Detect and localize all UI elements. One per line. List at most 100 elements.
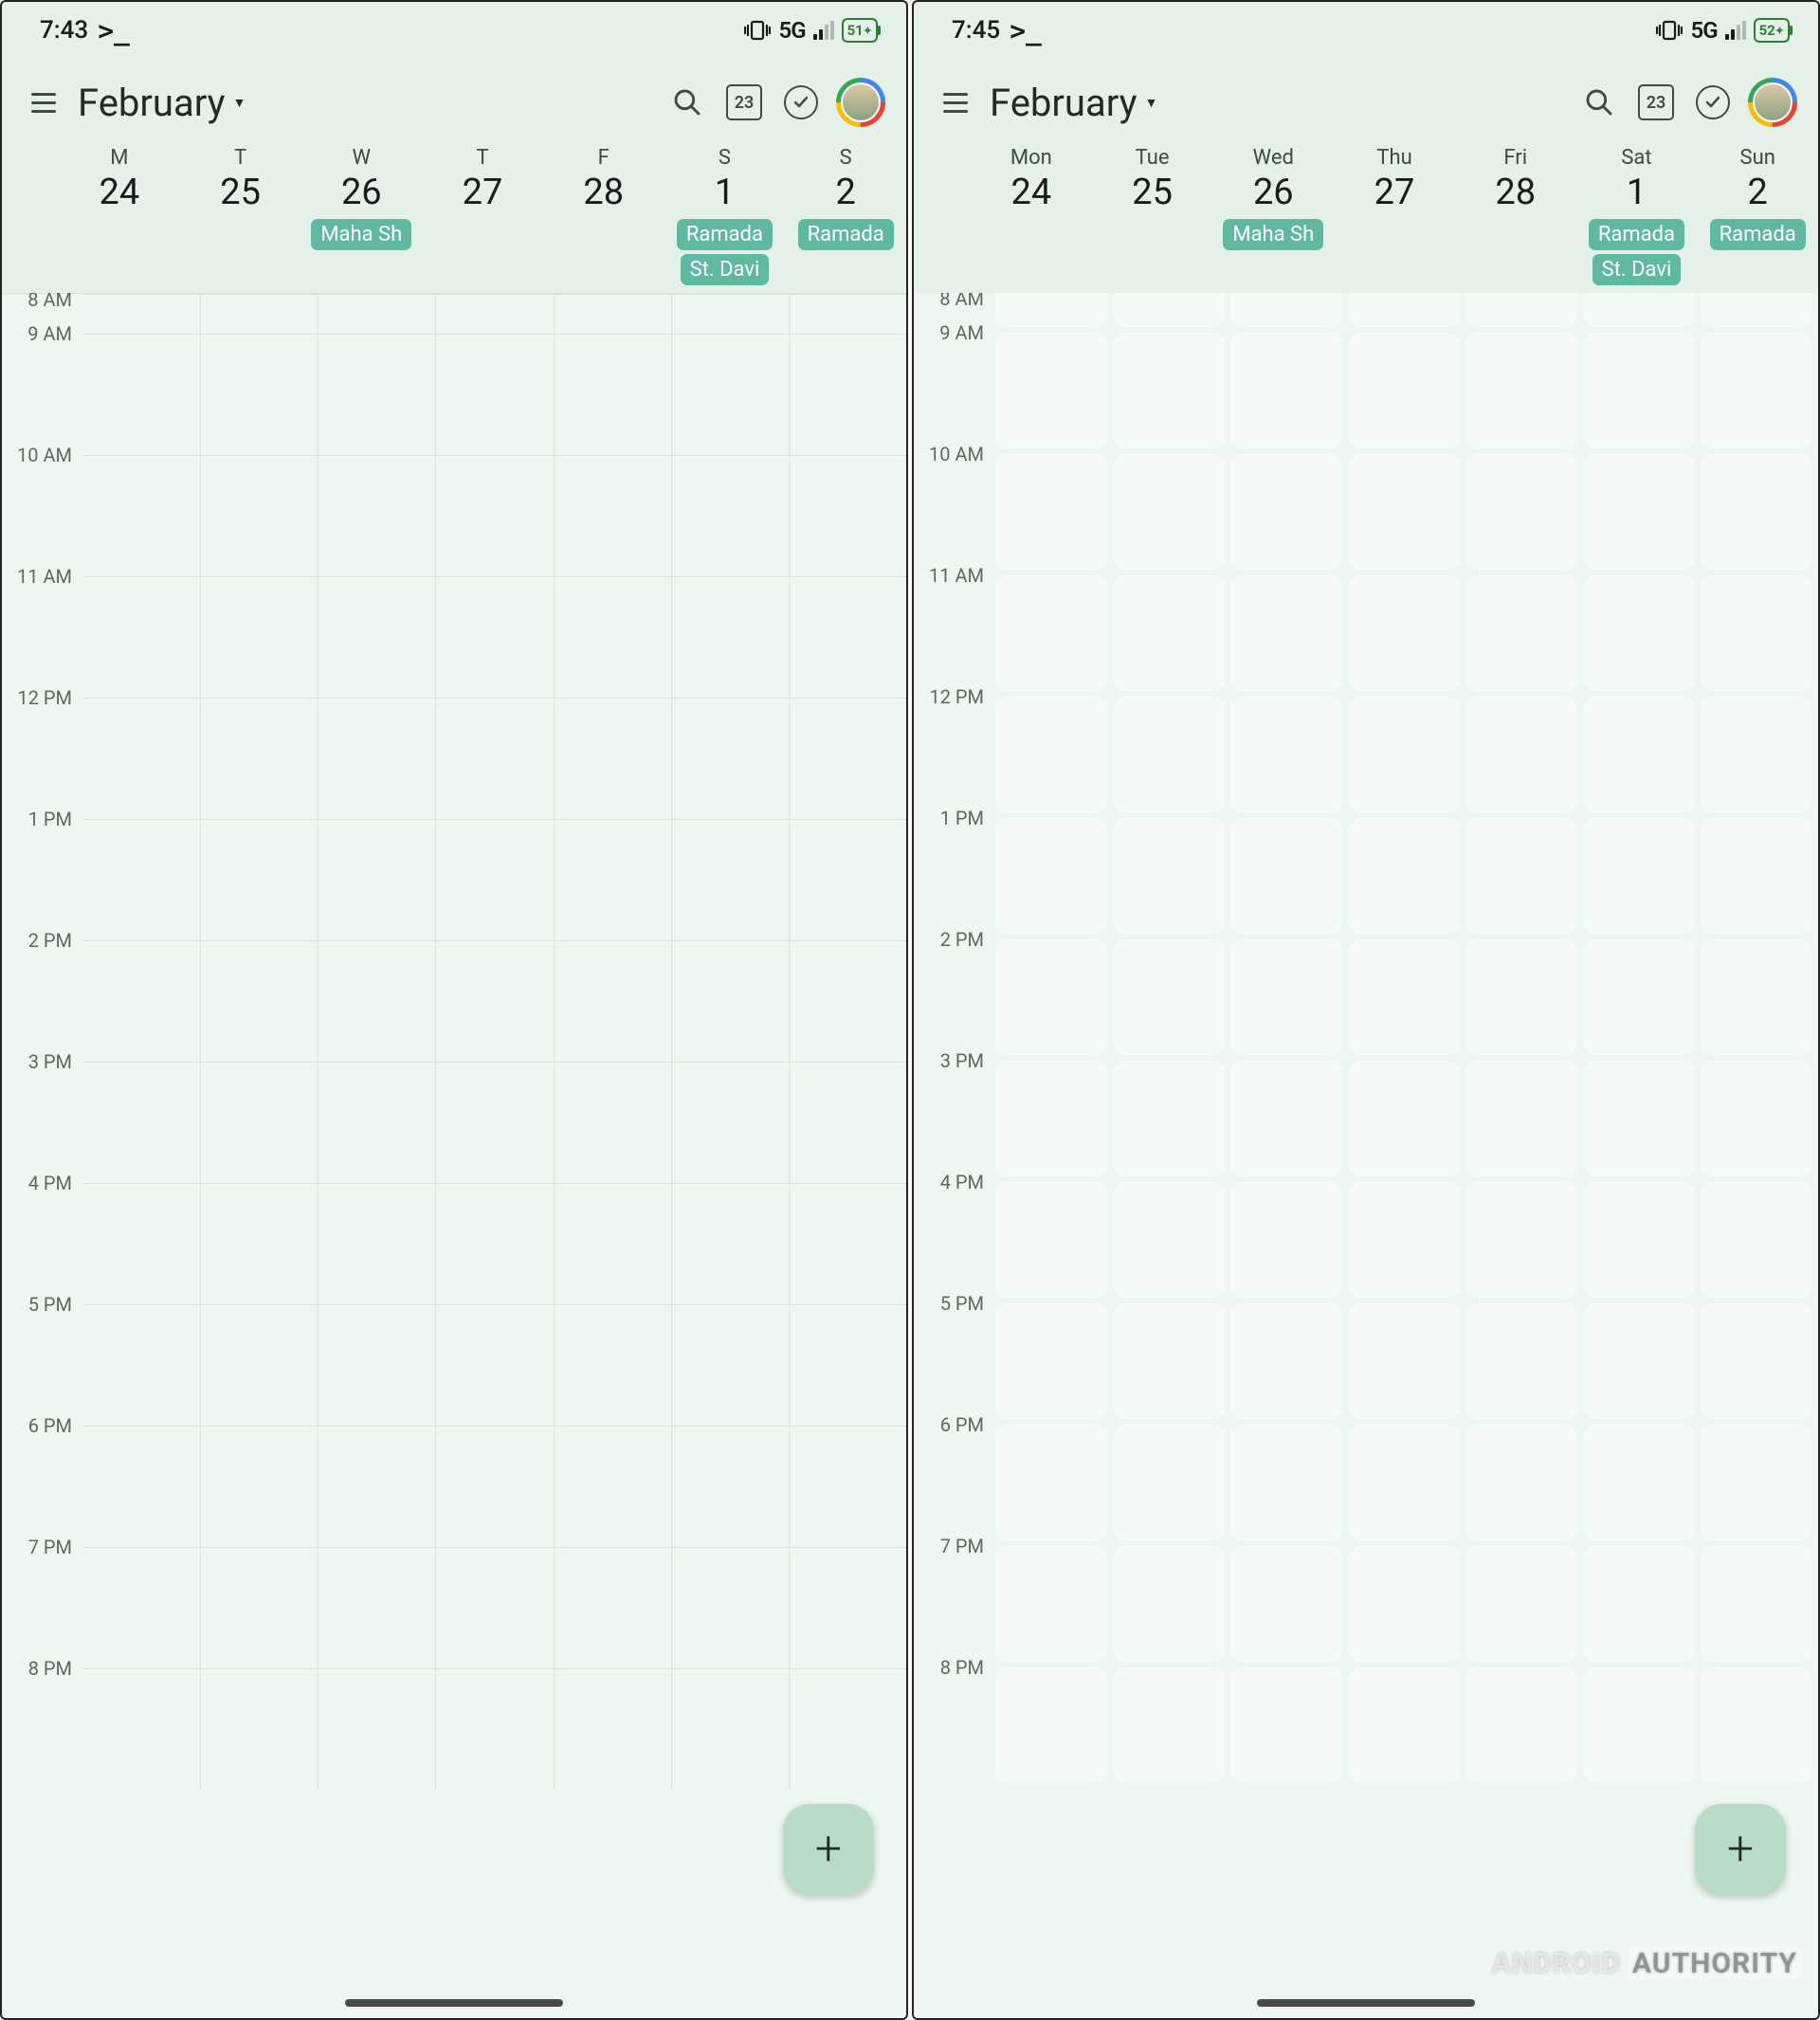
- menu-button[interactable]: [23, 82, 64, 123]
- time-cell[interactable]: [995, 1182, 1107, 1298]
- time-cell[interactable]: [1348, 939, 1460, 1055]
- time-cell[interactable]: [1113, 697, 1225, 812]
- time-grid[interactable]: 8 AM9 AM10 AM11 AM12 PM1 PM2 PM3 PM4 PM5…: [914, 293, 1818, 2018]
- time-cell[interactable]: [83, 1305, 201, 1426]
- day-header[interactable]: Sun2: [1697, 146, 1818, 213]
- time-cell[interactable]: [672, 1669, 790, 1790]
- time-cell[interactable]: [1348, 575, 1460, 691]
- time-cell[interactable]: [318, 941, 436, 1062]
- time-cell[interactable]: [555, 699, 672, 819]
- time-cell[interactable]: [1583, 575, 1695, 691]
- time-cell[interactable]: [83, 456, 201, 576]
- time-cell[interactable]: [83, 335, 201, 455]
- time-cell[interactable]: [1701, 939, 1812, 1055]
- day-header[interactable]: F28: [543, 146, 664, 213]
- time-cell[interactable]: [1465, 454, 1577, 570]
- time-cell[interactable]: [1701, 333, 1812, 448]
- time-cell[interactable]: [1465, 575, 1577, 691]
- time-cell[interactable]: [1701, 454, 1812, 570]
- time-cell[interactable]: [201, 820, 318, 940]
- time-cell[interactable]: [318, 1427, 436, 1547]
- time-cell[interactable]: [790, 1669, 906, 1790]
- time-cell[interactable]: [672, 941, 790, 1062]
- time-cell[interactable]: [1230, 1182, 1342, 1298]
- time-cell[interactable]: [201, 1063, 318, 1183]
- nav-handle[interactable]: [345, 1999, 563, 2007]
- time-cell[interactable]: [555, 1063, 672, 1183]
- time-cell[interactable]: [1465, 697, 1577, 812]
- day-header[interactable]: T27: [422, 146, 543, 213]
- time-cell[interactable]: [1113, 333, 1225, 448]
- time-cell[interactable]: [790, 820, 906, 940]
- time-cell[interactable]: [1230, 454, 1342, 570]
- time-cell[interactable]: [201, 941, 318, 1062]
- time-cell[interactable]: [436, 1184, 554, 1304]
- time-cell[interactable]: [672, 335, 790, 455]
- time-cell[interactable]: [1348, 293, 1460, 327]
- time-cell[interactable]: [201, 295, 318, 334]
- time-cell[interactable]: [672, 699, 790, 819]
- time-cell[interactable]: [555, 577, 672, 698]
- account-avatar[interactable]: [836, 78, 885, 127]
- time-cell[interactable]: [436, 1305, 554, 1426]
- day-header[interactable]: Wed26: [1212, 146, 1334, 213]
- time-cell[interactable]: [1465, 1061, 1577, 1176]
- time-cell[interactable]: [1348, 333, 1460, 448]
- time-cell[interactable]: [1348, 697, 1460, 812]
- event-chip[interactable]: St. Davi: [681, 254, 770, 285]
- time-cell[interactable]: [672, 1548, 790, 1668]
- time-cell[interactable]: [555, 1669, 672, 1790]
- time-cell[interactable]: [1230, 1061, 1342, 1176]
- time-cell[interactable]: [318, 820, 436, 940]
- day-header[interactable]: S2: [785, 146, 906, 213]
- time-cell[interactable]: [995, 1667, 1107, 1783]
- time-cell[interactable]: [436, 1548, 554, 1668]
- time-cell[interactable]: [1583, 1182, 1695, 1298]
- time-cell[interactable]: [1113, 1546, 1225, 1662]
- time-cell[interactable]: [790, 295, 906, 334]
- time-cell[interactable]: [436, 1427, 554, 1547]
- event-chip[interactable]: Maha Sh: [311, 219, 411, 250]
- time-cell[interactable]: [1583, 333, 1695, 448]
- time-cell[interactable]: [672, 1063, 790, 1183]
- time-cell[interactable]: [1113, 575, 1225, 691]
- time-cell[interactable]: [790, 699, 906, 819]
- time-cell[interactable]: [318, 295, 436, 334]
- time-cell[interactable]: [1465, 1303, 1577, 1419]
- time-cell[interactable]: [995, 1546, 1107, 1662]
- time-cell[interactable]: [1701, 697, 1812, 812]
- time-cell[interactable]: [790, 456, 906, 576]
- time-cell[interactable]: [672, 1305, 790, 1426]
- time-cell[interactable]: [555, 1305, 672, 1426]
- time-cell[interactable]: [436, 1669, 554, 1790]
- time-cell[interactable]: [1348, 1182, 1460, 1298]
- time-cell[interactable]: [1348, 818, 1460, 934]
- time-cell[interactable]: [1230, 575, 1342, 691]
- day-header[interactable]: W26: [300, 146, 422, 213]
- time-cell[interactable]: [555, 456, 672, 576]
- time-cell[interactable]: [1465, 1546, 1577, 1662]
- event-chip[interactable]: Maha Sh: [1223, 219, 1323, 250]
- create-event-fab[interactable]: +: [1695, 1804, 1786, 1895]
- time-cell[interactable]: [1701, 1061, 1812, 1176]
- time-cell[interactable]: [1113, 293, 1225, 327]
- time-cell[interactable]: [995, 1061, 1107, 1176]
- time-cell[interactable]: [318, 577, 436, 698]
- time-cell[interactable]: [1583, 1667, 1695, 1783]
- time-cell[interactable]: [672, 820, 790, 940]
- time-cell[interactable]: [1348, 1546, 1460, 1662]
- time-cell[interactable]: [1583, 697, 1695, 812]
- time-cell[interactable]: [672, 1427, 790, 1547]
- time-cell[interactable]: [83, 577, 201, 698]
- time-cell[interactable]: [1701, 575, 1812, 691]
- day-header[interactable]: Tue25: [1092, 146, 1213, 213]
- time-cell[interactable]: [1465, 293, 1577, 327]
- month-picker[interactable]: February ▼: [78, 81, 246, 125]
- time-cell[interactable]: [436, 295, 554, 334]
- time-cell[interactable]: [83, 699, 201, 819]
- time-cell[interactable]: [1465, 818, 1577, 934]
- time-grid[interactable]: 8 AM9 AM10 AM11 AM12 PM1 PM2 PM3 PM4 PM5…: [2, 293, 906, 2018]
- time-cell[interactable]: [1348, 1425, 1460, 1540]
- time-cell[interactable]: [995, 575, 1107, 691]
- time-cell[interactable]: [1113, 1425, 1225, 1540]
